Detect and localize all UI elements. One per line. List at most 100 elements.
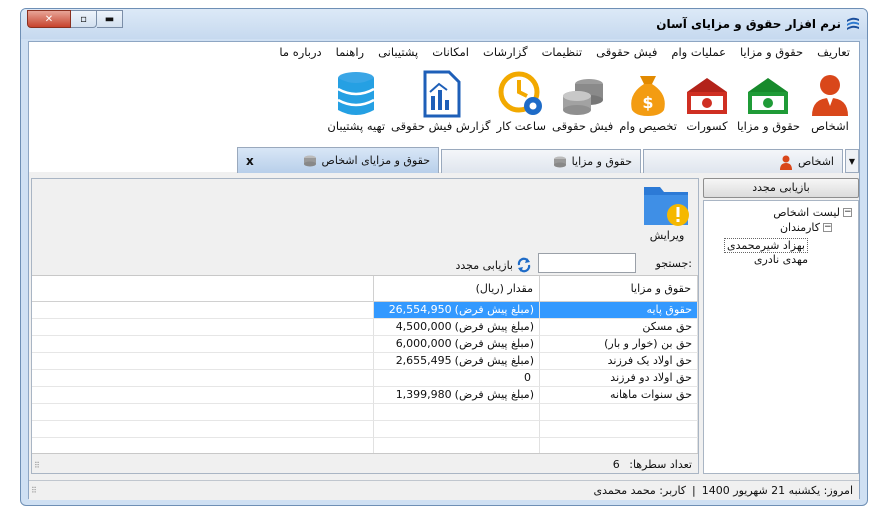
cell-blank[interactable]	[32, 302, 374, 319]
main-toolbar: اشخاص حقوق و مزایا کسورات $ تخصیص وام فی…	[29, 62, 859, 142]
tab-salary-benefits[interactable]: حقوق و مزایا	[441, 149, 641, 173]
column-header-name[interactable]: حقوق و مزایا	[540, 276, 698, 302]
cell-blank[interactable]	[32, 370, 374, 387]
tool-working-hours[interactable]: ساعت کار	[494, 62, 549, 142]
maximize-button[interactable]: ▫	[71, 10, 97, 28]
tab-persons[interactable]: اشخاص	[643, 149, 843, 173]
amount-note: (مبلغ پیش فرض)	[454, 354, 534, 367]
cell-blank[interactable]	[32, 421, 374, 438]
table-row[interactable]: حق سنوات ماهانه 1,399,980 (مبلغ پیش فرض)	[32, 387, 698, 404]
cell-blank[interactable]	[32, 387, 374, 404]
tool-loan-allocation[interactable]: $ تخصیص وام	[616, 62, 680, 142]
persons-tree[interactable]: لیست اشخاص − کارمندان − بهزاد شیرمحمدی م…	[703, 200, 859, 474]
person-icon	[779, 155, 792, 170]
caption-buttons: ✕ ▫ ▬	[27, 10, 123, 28]
cell-amount[interactable]	[374, 404, 540, 421]
table-row[interactable]: حق مسکن 4,500,000 (مبلغ پیش فرض)	[32, 319, 698, 336]
cell-blank[interactable]	[32, 319, 374, 336]
cell-amount[interactable]: 1,399,980 (مبلغ پیش فرض)	[374, 387, 540, 404]
tool-persons[interactable]: اشخاص	[803, 62, 857, 142]
cell-blank[interactable]	[32, 336, 374, 353]
tool-payslip[interactable]: فیش حقوقی	[549, 62, 616, 142]
menu-item[interactable]: پشتیبانی	[371, 45, 425, 59]
table-row[interactable]	[32, 404, 698, 421]
cell-blank[interactable]	[32, 353, 374, 370]
column-header-amount[interactable]: مقدار (ریال)	[374, 276, 540, 302]
coins-icon	[553, 156, 566, 167]
menu-item[interactable]: درباره ما	[272, 45, 328, 59]
cell-name[interactable]	[540, 404, 698, 421]
menu-item[interactable]: گزارشات	[476, 45, 535, 59]
table-row[interactable]: حق بن (خوار و بار) 6,000,000 (مبلغ پیش فرض…	[32, 336, 698, 353]
cell-amount[interactable]: 6,000,000 (مبلغ پیش فرض)	[374, 336, 540, 353]
cell-amount[interactable]: 4,500,000 (مبلغ پیش فرض)	[374, 319, 540, 336]
cell-blank[interactable]	[32, 404, 374, 421]
cell-name[interactable]: حق اولاد یک فرزند	[540, 353, 698, 370]
menu-item[interactable]: تعاریف	[810, 45, 857, 59]
search-label: جستجو:	[655, 257, 692, 270]
tool-salary-benefits[interactable]: حقوق و مزایا	[734, 62, 803, 142]
tab-label: اشخاص	[797, 155, 834, 168]
cell-name[interactable]: حق سنوات ماهانه	[540, 387, 698, 404]
cell-name[interactable]: حق مسکن	[540, 319, 698, 336]
close-button[interactable]: ✕	[27, 10, 71, 28]
cell-amount[interactable]: 0	[374, 370, 540, 387]
table-row[interactable]	[32, 421, 698, 438]
tool-deductions[interactable]: کسورات	[680, 62, 734, 142]
row-count-value: 6	[612, 458, 620, 471]
menu-item[interactable]: عملیات وام	[664, 45, 733, 59]
benefits-grid[interactable]: حقوق و مزایا مقدار (ریال) حقوق پایه 26,55…	[32, 275, 698, 455]
table-row[interactable]: حق اولاد یک فرزند 2,655,495 (مبلغ پیش فرض)	[32, 353, 698, 370]
collapse-icon[interactable]: −	[823, 223, 832, 232]
amount-note: (مبلغ پیش فرض)	[454, 320, 534, 333]
menu-item[interactable]: فیش حقوقی	[589, 45, 664, 59]
menu-item[interactable]: تنظیمات	[535, 45, 590, 59]
menu-item[interactable]: حقوق و مزایا	[733, 45, 810, 59]
resize-grip-icon: ⠿	[34, 461, 40, 470]
table-row[interactable]: حقوق پایه 26,554,950 (مبلغ پیش فرض)	[32, 302, 698, 319]
tree-node-person[interactable]: بهزاد شیرمحمدی	[724, 238, 808, 253]
reset-link[interactable]: بازیابی مجدد	[455, 257, 532, 273]
tool-label: فیش حقوقی	[552, 119, 614, 133]
tool-label: تخصیص وام	[619, 119, 677, 133]
tree-node-label: کارمندان	[779, 221, 820, 234]
tab-person-salary-benefits[interactable]: x حقوق و مزایای اشخاص	[237, 147, 439, 173]
amount-note: (مبلغ پیش فرض)	[454, 303, 534, 316]
tool-payslip-report[interactable]: گزارش فیش حقوقی	[388, 62, 494, 142]
close-tab-icon[interactable]: x	[246, 154, 254, 168]
tool-label: اشخاص	[811, 119, 849, 133]
tree-node-root[interactable]: لیست اشخاص −	[773, 206, 852, 219]
cell-amount[interactable]: 2,655,495 (مبلغ پیش فرض)	[374, 353, 540, 370]
report-icon	[423, 70, 461, 118]
cell-amount[interactable]	[374, 421, 540, 438]
money-bag-icon: $	[631, 76, 665, 116]
main-area: ویرایش جستجو: بازیابی مجدد حقوق و مزایا …	[31, 178, 859, 474]
edit-button[interactable]: ویرایش	[642, 183, 692, 242]
table-row[interactable]: حق اولاد دو فرزند 0	[32, 370, 698, 387]
cell-name[interactable]: حقوق پایه	[540, 302, 698, 319]
tab-dropdown-button[interactable]: ▼	[845, 149, 859, 173]
tree-node-person[interactable]: مهدی نادری	[754, 253, 808, 266]
tool-label: کسورات	[686, 119, 728, 133]
cell-name[interactable]: حق بن (خوار و بار)	[540, 336, 698, 353]
collapse-icon[interactable]: −	[843, 208, 852, 217]
row-count: تعداد سطرها: 6	[613, 458, 692, 471]
cell-amount[interactable]: 26,554,950 (مبلغ پیش فرض)	[374, 302, 540, 319]
menu-item[interactable]: راهنما	[329, 45, 371, 59]
document-tabs: ▼ اشخاص حقوق و مزایا x حقوق و مزایای اشخ…	[29, 142, 859, 173]
tool-label: تهیه پشتیبان	[327, 119, 386, 133]
row-count-label: تعداد سطرها:	[629, 458, 692, 471]
coins-icon	[303, 155, 316, 166]
minimize-button[interactable]: ▬	[97, 10, 123, 28]
tree-node-group[interactable]: کارمندان −	[780, 221, 832, 234]
refresh-button[interactable]: بازیابی مجدد	[703, 178, 859, 198]
search-input[interactable]	[538, 253, 636, 273]
database-icon	[337, 72, 375, 115]
cell-name[interactable]: حق اولاد دو فرزند	[540, 370, 698, 387]
grid-footer: ⠿ تعداد سطرها: 6	[32, 453, 698, 473]
cell-name[interactable]	[540, 421, 698, 438]
status-user: کاربر: محمد محمدی	[593, 484, 687, 497]
menu-item[interactable]: امکانات	[425, 45, 476, 59]
green-money-icon	[748, 78, 789, 114]
tool-backup[interactable]: تهیه پشتیبان	[324, 62, 388, 142]
